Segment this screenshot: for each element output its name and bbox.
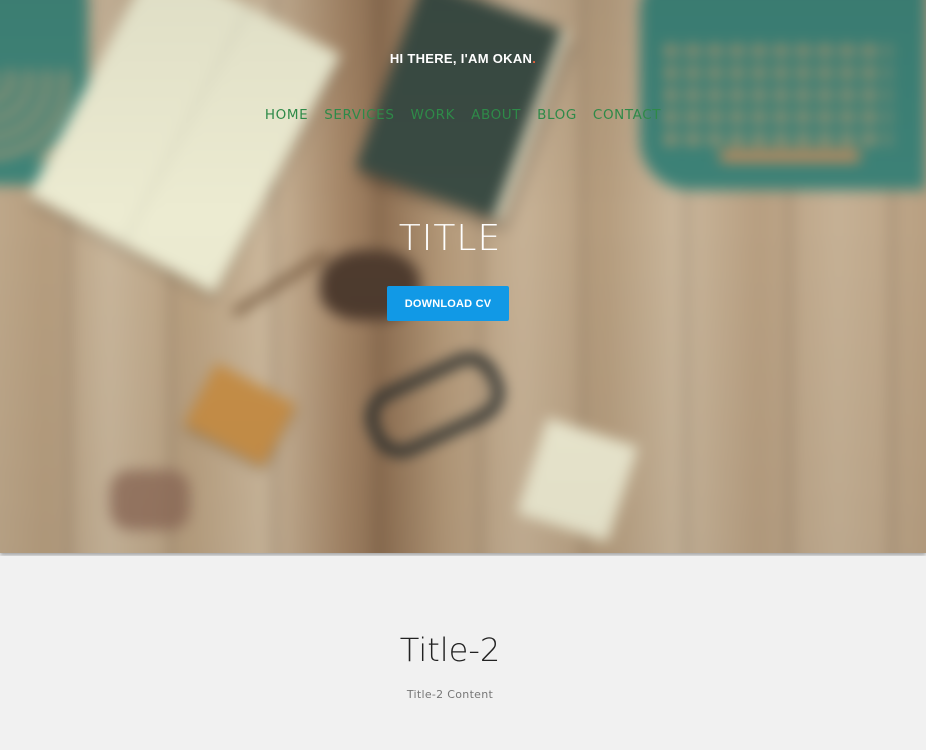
section-title: Title-2: [399, 631, 501, 669]
nav-link-services[interactable]: SERVICES: [324, 107, 394, 123]
content-section: Title-2 Title-2 Content: [0, 556, 926, 750]
hero-section: HI THERE, I'AM OKAN. HOME SERVICES WORK …: [0, 0, 926, 553]
section-content: Title-2 Content: [406, 688, 494, 701]
brand-dot: .: [532, 51, 537, 66]
hero-background-image: [0, 0, 926, 553]
site-brand[interactable]: HI THERE, I'AM OKAN.: [0, 51, 926, 66]
nav-link-contact[interactable]: CONTACT: [593, 107, 661, 123]
nav-link-blog[interactable]: BLOG: [537, 107, 577, 123]
download-cv-button[interactable]: DOWNLOAD CV: [387, 286, 509, 321]
main-nav: HOME SERVICES WORK ABOUT BLOG CONTACT: [0, 107, 926, 123]
nav-link-work[interactable]: WORK: [411, 107, 456, 123]
nav-link-home[interactable]: HOME: [265, 107, 308, 123]
brand-text: HI THERE, I'AM OKAN: [389, 51, 533, 66]
hero-title: TITLE: [398, 218, 502, 259]
nav-link-about[interactable]: ABOUT: [471, 107, 521, 123]
